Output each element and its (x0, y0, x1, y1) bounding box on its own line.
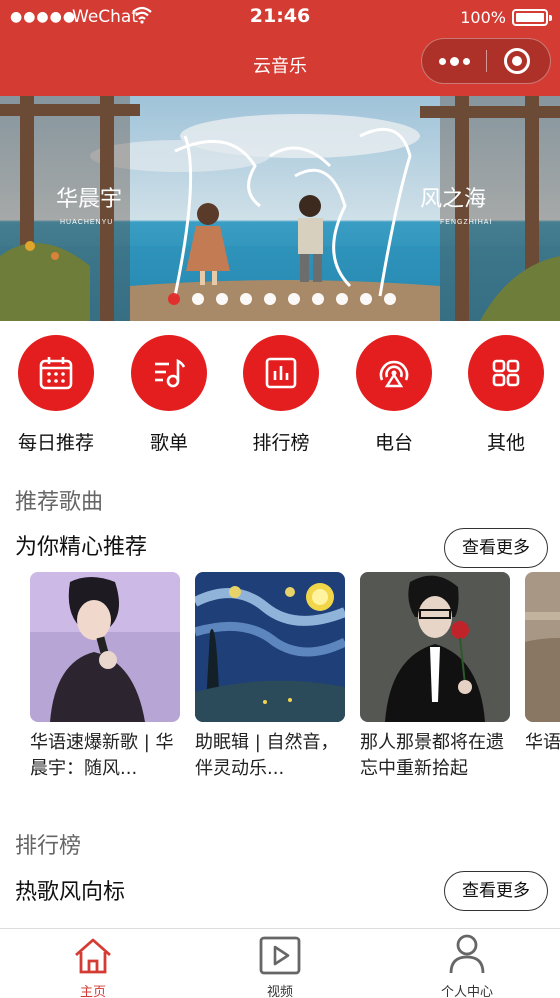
carousel-dot[interactable] (312, 293, 324, 305)
nav-item-daily[interactable]: 每日推荐 (6, 335, 106, 455)
banner-song-text: 风之海 (420, 186, 486, 211)
nav-item-label: 其他 (486, 432, 525, 454)
recommend-section-title: 推荐歌曲 (15, 490, 104, 515)
ranking-section-title: 排行榜 (15, 834, 82, 859)
song-card-title: 华语速爆新歌 | 华晨宇：随风... (30, 732, 174, 779)
carousel-dot[interactable] (288, 293, 300, 305)
tab-video[interactable]: 视频 (187, 929, 373, 998)
carousel-dot[interactable] (336, 293, 348, 305)
nav-item-label: 每日推荐 (17, 432, 94, 454)
ranking-more-button[interactable]: 查看更多 (444, 871, 548, 911)
song-card[interactable]: 华语速爆新歌 | 华晨宇：随风... (30, 572, 180, 782)
nav-item-other[interactable]: 其他 (456, 335, 556, 455)
more-menu-button[interactable] (422, 39, 486, 83)
nav-item-ranking[interactable]: 排行榜 (231, 335, 331, 455)
close-mini-program-button[interactable] (504, 48, 530, 74)
song-card[interactable]: 华语的心 (525, 572, 560, 782)
quick-nav: 每日推荐 歌单 排行榜 电台 其他 (0, 335, 560, 460)
song-cover (525, 572, 560, 722)
song-cover (195, 572, 345, 722)
recommend-more-button[interactable]: 查看更多 (444, 528, 548, 568)
banner-carousel[interactable]: 华晨宇 HUACHENYU 风之海 FENGZHIHAI (0, 96, 560, 321)
mini-program-capsule (421, 38, 551, 84)
calendar-icon (39, 357, 73, 390)
carousel-dots (168, 293, 396, 305)
carousel-dot[interactable] (240, 293, 252, 305)
playlist-icon (155, 358, 186, 388)
nav-item-label: 排行榜 (252, 432, 310, 454)
song-card-title: 华语的心 (525, 732, 560, 753)
nav-item-radio[interactable]: 电台 (344, 335, 444, 455)
banner-artist-sub: HUACHENYU (60, 219, 113, 226)
tab-home[interactable]: 主页 (0, 929, 186, 998)
status-bar: ●●●●● WeChat 21:46 100% (0, 0, 560, 34)
carousel-dot[interactable] (384, 293, 396, 305)
tab-label: 视频 (266, 985, 293, 998)
ranking-section-subtitle: 热歌风向标 (15, 880, 126, 905)
banner-song-sub: FENGZHIHAI (440, 219, 492, 226)
tab-label: 个人中心 (440, 985, 493, 998)
song-cover (30, 572, 180, 722)
carousel-dot[interactable] (264, 293, 276, 305)
song-card[interactable]: 助眠辑 | 自然音，伴灵动乐... (195, 572, 345, 782)
nav-item-playlist[interactable]: 歌单 (119, 335, 219, 455)
carousel-dot[interactable] (360, 293, 372, 305)
video-icon (259, 936, 301, 975)
user-icon (449, 934, 485, 974)
tab-bar: 主页 视频 个人中心 (0, 928, 560, 998)
chart-icon (265, 357, 297, 389)
song-card-title: 那人那景都将在遗忘中重新拾起 (360, 732, 504, 779)
recommend-song-list: 华语速爆新歌 | 华晨宇：随风... 助眠辑 | 自然音，伴灵动乐... 那人那… (30, 572, 560, 787)
nav-item-label: 电台 (374, 432, 413, 454)
song-card-title: 助眠辑 | 自然音，伴灵动乐... (195, 732, 339, 779)
banner-artist-text: 华晨宇 (56, 186, 122, 211)
tab-profile[interactable]: 个人中心 (374, 929, 560, 998)
carousel-dot[interactable] (216, 293, 228, 305)
battery-percent: 100% (460, 8, 506, 27)
recommend-section-subtitle: 为你精心推荐 (15, 535, 148, 560)
radio-icon (379, 360, 409, 388)
home-icon (75, 938, 111, 974)
song-card[interactable]: 那人那景都将在遗忘中重新拾起 (360, 572, 510, 782)
song-cover (360, 572, 510, 722)
battery-icon (512, 9, 552, 26)
banner-image: 华晨宇 HUACHENYU 风之海 FENGZHIHAI (0, 96, 560, 321)
header: ●●●●● WeChat 21:46 100% 云音乐 (0, 0, 560, 96)
nav-item-label: 歌单 (149, 432, 188, 454)
tab-label: 主页 (79, 985, 106, 998)
grid-icon (492, 359, 520, 387)
carousel-dot[interactable] (168, 293, 180, 305)
carousel-dot[interactable] (192, 293, 204, 305)
